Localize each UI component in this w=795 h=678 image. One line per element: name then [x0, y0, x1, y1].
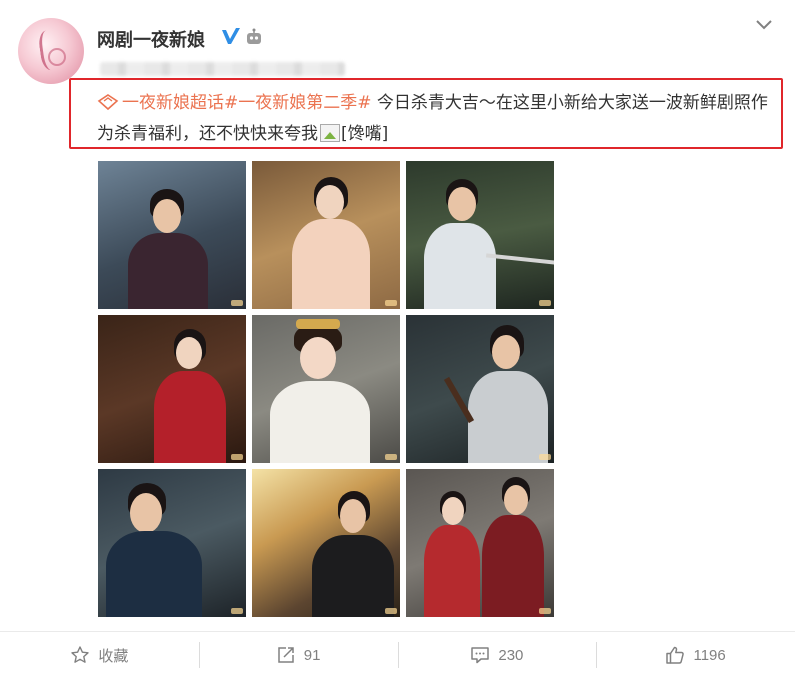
avatar-brush-circle	[48, 48, 66, 66]
repost-icon	[278, 647, 294, 663]
photo-thumbnail[interactable]	[98, 469, 246, 617]
star-icon	[71, 646, 90, 663]
comment-button[interactable]: 230	[397, 632, 597, 678]
photo-thumbnail[interactable]	[98, 315, 246, 463]
hashtag-link[interactable]: #一夜新娘第二季#	[224, 93, 372, 113]
photo-thumbnail[interactable]	[406, 315, 554, 463]
chevron-down-icon[interactable]	[754, 14, 774, 34]
favorite-label: 收藏	[98, 647, 129, 665]
emoji-alt-text: [馋嘴]	[341, 124, 389, 144]
username[interactable]: 网剧一夜新娘	[97, 26, 205, 52]
super-topic-icon	[97, 94, 119, 111]
broken-emoji-icon	[320, 124, 340, 142]
robot-badge-icon	[247, 28, 261, 44]
super-topic-link[interactable]: 一夜新娘超话	[122, 93, 224, 113]
post-meta-blurred	[100, 62, 345, 76]
comment-count: 230	[498, 646, 524, 664]
post-text: 一夜新娘超话#一夜新娘第二季# 今日杀青大吉～在这里小新给大家送一波新鲜剧照作为…	[97, 88, 775, 150]
repost-count: 91	[303, 646, 321, 664]
photo-thumbnail[interactable]	[98, 161, 246, 309]
photo-thumbnail[interactable]	[252, 469, 400, 617]
thumbs-up-icon	[666, 646, 685, 664]
like-button[interactable]: 1196	[596, 632, 795, 678]
comment-icon	[471, 647, 490, 664]
photo-thumbnail[interactable]	[406, 469, 554, 617]
avatar[interactable]	[18, 18, 84, 84]
photo-grid	[98, 161, 554, 617]
verified-v-icon	[222, 28, 240, 44]
favorite-button[interactable]: 收藏	[0, 632, 199, 678]
photo-thumbnail[interactable]	[406, 161, 554, 309]
photo-thumbnail[interactable]	[252, 315, 400, 463]
action-bar: 收藏 91 230 1196	[0, 632, 795, 678]
like-count: 1196	[693, 646, 726, 664]
repost-button[interactable]: 91	[198, 632, 398, 678]
photo-thumbnail[interactable]	[252, 161, 400, 309]
